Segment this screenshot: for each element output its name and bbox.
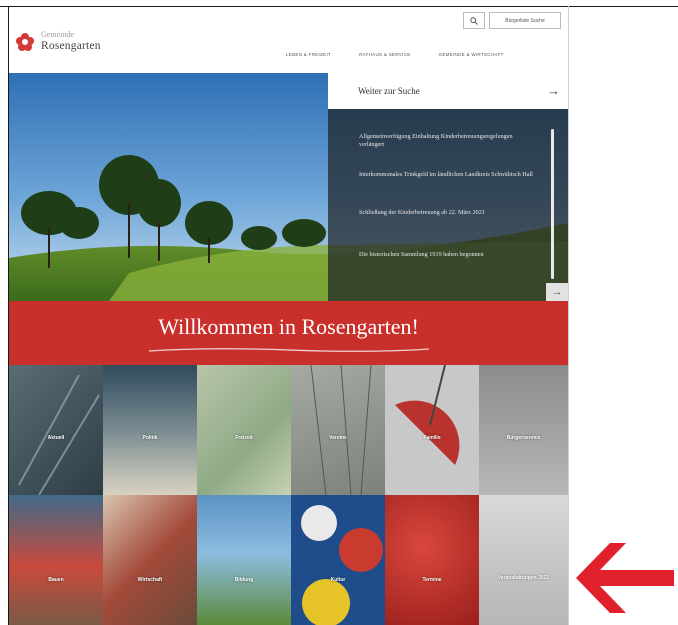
news-item[interactable]: Die historischen Sammlung 1919 haben beg… — [359, 251, 539, 259]
main-navigation: LEBEN & FREIZEIT RATHAUS & SERVICE GEMEI… — [286, 52, 504, 57]
news-scrollbar[interactable] — [551, 129, 554, 279]
nav-item-rathaus[interactable]: RATHAUS & SERVICE — [359, 52, 410, 57]
logo-title: Rosengarten — [41, 40, 101, 52]
rose-logo-icon — [16, 32, 34, 51]
tile-bauen[interactable]: Bauen — [9, 495, 103, 625]
tile-label: Politik — [142, 435, 158, 441]
news-list: Allgemeinverfügung Einhaltung Kinderbetr… — [328, 109, 568, 301]
news-header[interactable]: Weiter zur Suche → — [328, 73, 568, 109]
tile-label: Bildung — [234, 577, 254, 583]
arrow-right-icon: → — [551, 286, 563, 298]
tile-label: Aktuell — [47, 435, 65, 441]
tile-wirtschaft[interactable]: Wirtschaft — [103, 495, 197, 625]
tile-kultur[interactable]: Kultur — [291, 495, 385, 625]
window-right-border — [568, 6, 569, 625]
tile-label: Familie — [423, 435, 441, 441]
tile-label: Bürgerservice — [506, 435, 541, 441]
tile-label: Kultur — [330, 577, 346, 583]
tile-veranstaltungen[interactable]: Veranstaltungen 2021 — [479, 495, 568, 625]
tile-label: Termine — [422, 577, 442, 583]
tile-label: Vereine — [329, 435, 347, 441]
welcome-banner: Willkommen in Rosengarten! — [9, 301, 568, 365]
arrow-right-icon[interactable]: → — [547, 83, 560, 98]
tile-termine[interactable]: Termine — [385, 495, 479, 625]
news-item[interactable]: Interkommunales Trinkgeld im ländlichen … — [359, 171, 539, 179]
news-panel: Weiter zur Suche → Allgemeinverfügung Ei… — [328, 73, 568, 301]
tile-label: Freizeit — [235, 435, 253, 441]
tile-aktuell[interactable]: Aktuell — [9, 365, 103, 495]
citizen-search-button[interactable]: Bürgerliste Suche — [489, 12, 561, 29]
tile-familie[interactable]: Familie — [385, 365, 479, 495]
news-title: Weiter zur Suche — [358, 86, 420, 96]
tile-freizeit[interactable]: Freizeit — [197, 365, 291, 495]
tile-politik[interactable]: Politik — [103, 365, 197, 495]
category-tiles: Aktuell Politik Freizeit Vereine Familie… — [9, 365, 568, 625]
news-item[interactable]: Allgemeinverfügung Einhaltung Kinderbetr… — [359, 133, 539, 149]
tile-vereine[interactable]: Vereine — [291, 365, 385, 495]
logo-subtitle: Gemeinde — [41, 30, 74, 39]
tile-bildung[interactable]: Bildung — [197, 495, 291, 625]
news-next-button[interactable]: → — [546, 283, 568, 301]
tile-label: Veranstaltungen 2021 — [497, 575, 550, 581]
search-button[interactable] — [463, 12, 485, 29]
magnifier-icon — [470, 16, 478, 25]
tile-label: Wirtschaft — [137, 577, 163, 583]
news-item[interactable]: Schließung der Kinderbetreuung ab 22. Mä… — [359, 209, 539, 217]
tile-buergerservice[interactable]: Bürgerservice — [479, 365, 568, 495]
nav-item-leben[interactable]: LEBEN & FREIZEIT — [286, 52, 331, 57]
red-pointer-arrow-icon — [576, 543, 674, 613]
site-logo[interactable]: Gemeinde Rosengarten — [15, 31, 101, 53]
tile-label: Bauen — [48, 577, 64, 583]
nav-item-gemeinde[interactable]: GEMEINDE & WIRTSCHAFT — [439, 52, 504, 57]
website: Gemeinde Rosengarten Bürgerliste Suche L… — [9, 7, 568, 625]
banner-underline — [148, 348, 430, 352]
